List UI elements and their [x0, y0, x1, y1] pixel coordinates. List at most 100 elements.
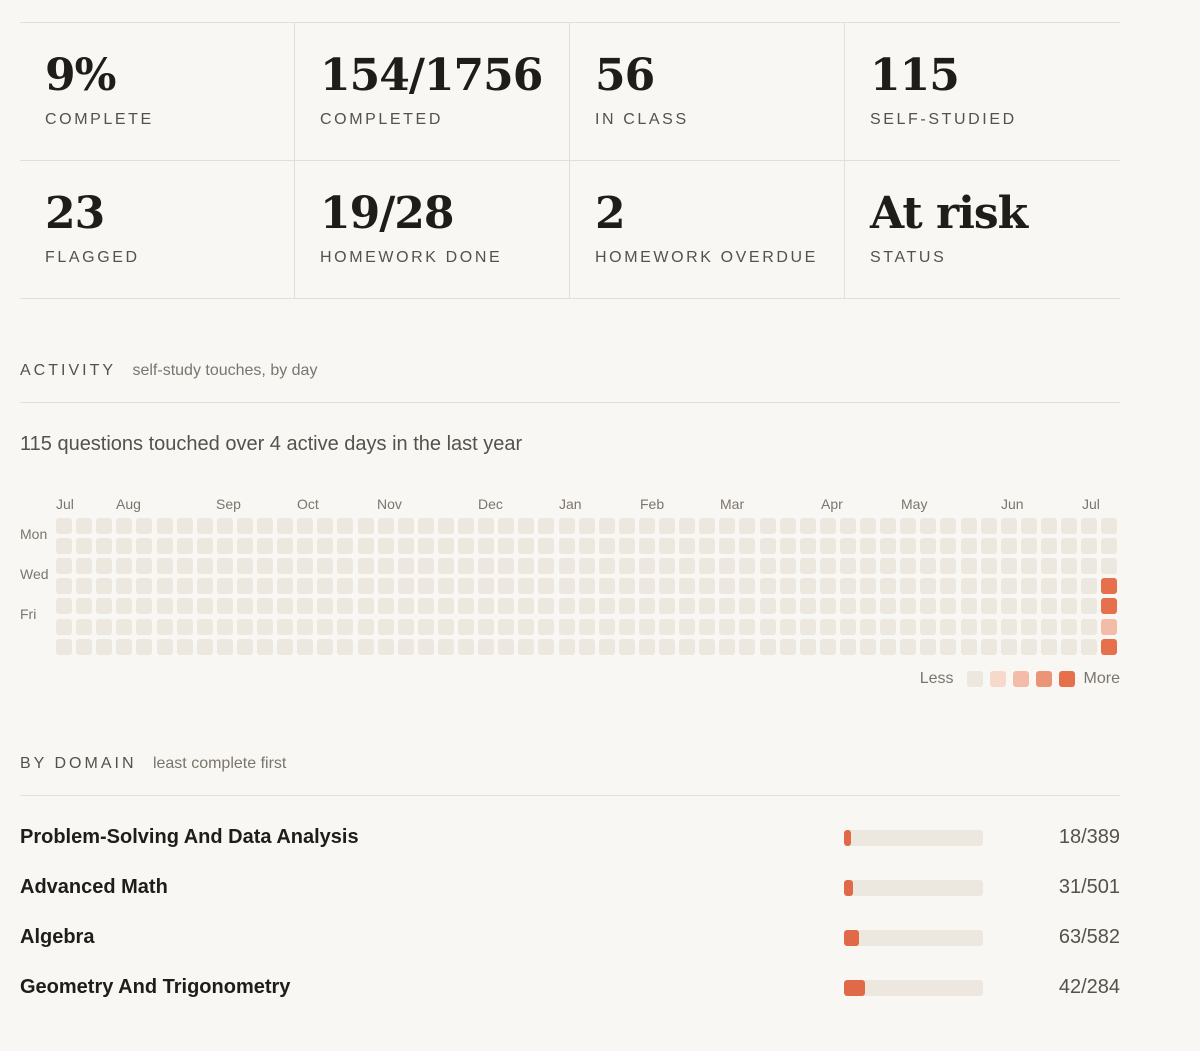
- domain-count: 31/501: [1058, 876, 1120, 898]
- heatmap-cell: [418, 518, 434, 534]
- heatmap-month-label: Mar: [720, 496, 745, 512]
- heatmap-cell: [1101, 578, 1117, 594]
- heatmap-cell: [116, 558, 132, 574]
- heatmap-cell: [438, 538, 454, 554]
- heatmap-cell: [719, 518, 735, 534]
- heatmap-cell: [739, 578, 755, 594]
- heatmap-cell: [458, 578, 474, 594]
- heatmap-cell: [157, 538, 173, 554]
- heatmap-cell: [518, 598, 534, 614]
- heatmap-cell: [237, 538, 253, 554]
- by-domain-title: BY DOMAIN: [20, 755, 137, 772]
- heatmap-cell: [136, 598, 152, 614]
- heatmap-cell: [56, 518, 72, 534]
- heatmap-cell: [981, 558, 997, 574]
- heatmap-cell: [337, 578, 353, 594]
- heatmap-cell: [237, 639, 253, 655]
- stat-status: At risk STATUS: [845, 161, 1120, 299]
- heatmap-cell: [679, 558, 695, 574]
- heatmap-cell: [900, 538, 916, 554]
- heatmap-cell: [498, 598, 514, 614]
- heatmap-cell: [860, 558, 876, 574]
- stat-homework-overdue: 2 HOMEWORK OVERDUE: [570, 161, 845, 299]
- heatmap-cell: [177, 578, 193, 594]
- heatmap-cell: [478, 558, 494, 574]
- heatmap-cell: [659, 518, 675, 534]
- heatmap-cell: [116, 518, 132, 534]
- heatmap-cell: [458, 639, 474, 655]
- heatmap-cell: [1101, 598, 1117, 614]
- heatmap-cell: [478, 518, 494, 534]
- heatmap-cell: [800, 598, 816, 614]
- heatmap-cell: [297, 619, 313, 635]
- heatmap-cell: [498, 578, 514, 594]
- heatmap-cell: [257, 518, 273, 534]
- heatmap-cell: [1021, 578, 1037, 594]
- heatmap-cell: [217, 538, 233, 554]
- heatmap-cell: [498, 619, 514, 635]
- heatmap-cell: [699, 619, 715, 635]
- heatmap-month-label: Oct: [297, 496, 319, 512]
- heatmap-cell: [538, 639, 554, 655]
- heatmap-cell: [297, 578, 313, 594]
- heatmap-cell: [940, 518, 956, 534]
- heatmap-cell: [317, 598, 333, 614]
- heatmap-cell: [559, 558, 575, 574]
- heatmap-day-label: Mon: [20, 526, 48, 542]
- heatmap-cell: [197, 558, 213, 574]
- heatmap-cell: [840, 518, 856, 534]
- heatmap-cell: [659, 619, 675, 635]
- heatmap-cell: [438, 558, 454, 574]
- stat-value: At risk: [870, 188, 1028, 239]
- heatmap-cell: [237, 598, 253, 614]
- heatmap-cell: [277, 619, 293, 635]
- heatmap-day-label: Wed: [20, 566, 49, 582]
- heatmap-cell: [659, 578, 675, 594]
- heatmap-cell: [257, 578, 273, 594]
- heatmap-cell: [1081, 619, 1097, 635]
- heatmap-cell: [880, 598, 896, 614]
- heatmap-cell: [780, 598, 796, 614]
- stat-label: COMPLETE: [45, 111, 154, 128]
- heatmap-month-label: Sep: [216, 496, 241, 512]
- heatmap-cell: [1041, 639, 1057, 655]
- heatmap-cell: [257, 639, 273, 655]
- domain-progress-bar: [844, 930, 983, 946]
- heatmap-cell: [458, 538, 474, 554]
- heatmap-cell: [56, 558, 72, 574]
- heatmap-cell: [719, 639, 735, 655]
- heatmap-cell: [961, 619, 977, 635]
- heatmap-cell: [177, 518, 193, 534]
- heatmap-cell: [76, 578, 92, 594]
- heatmap-cell: [438, 518, 454, 534]
- heatmap-cell: [518, 578, 534, 594]
- heatmap-cell: [820, 518, 836, 534]
- heatmap-cell: [358, 538, 374, 554]
- heatmap-cell: [840, 598, 856, 614]
- heatmap-cell: [96, 639, 112, 655]
- heatmap-cell: [559, 538, 575, 554]
- heatmap-cell: [538, 538, 554, 554]
- heatmap-cell: [900, 518, 916, 534]
- heatmap-cell: [961, 518, 977, 534]
- heatmap-cell: [358, 598, 374, 614]
- heatmap-cell: [840, 619, 856, 635]
- heatmap-cell: [599, 639, 615, 655]
- heatmap-cell: [56, 578, 72, 594]
- heatmap-cell: [981, 619, 997, 635]
- heatmap-cell: [277, 598, 293, 614]
- heatmap-cell: [961, 538, 977, 554]
- heatmap-cell: [378, 578, 394, 594]
- stat-completed: 154/1756 COMPLETED: [295, 23, 570, 161]
- heatmap-cell: [739, 598, 755, 614]
- heatmap-cell: [297, 639, 313, 655]
- heatmap-cell: [116, 578, 132, 594]
- heatmap-cell: [76, 538, 92, 554]
- heatmap-cell: [1081, 518, 1097, 534]
- heatmap-cell: [116, 538, 132, 554]
- legend-swatch-1: [989, 671, 1006, 687]
- heatmap-cell: [197, 619, 213, 635]
- domain-name: Advanced Math: [20, 876, 168, 898]
- heatmap-cell: [840, 538, 856, 554]
- heatmap-cell: [157, 598, 173, 614]
